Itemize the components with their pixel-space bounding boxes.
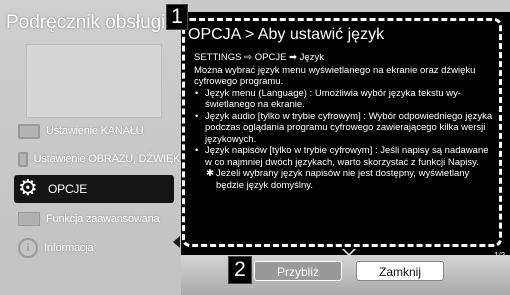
tv-channel-icon	[18, 123, 40, 139]
selection-pointer-icon	[173, 236, 180, 248]
list-item: Język menu (Language) : Umożliwia wybór …	[194, 88, 498, 111]
gear-icon: ⚙	[18, 175, 38, 200]
info-icon: i	[18, 238, 38, 258]
list-item: Język napisów [tylko w trybie cyfrowym] …	[194, 145, 498, 168]
menu-item-information[interactable]: i Informacja	[18, 234, 188, 262]
menu-item-label: Informacja	[44, 242, 94, 254]
help-content: SETTINGS ⇨ OPCJE ➡ Język Można wybrać ję…	[194, 52, 498, 191]
note-marker-icon: ✱	[206, 168, 214, 179]
zoom-button[interactable]: Przybliż	[254, 261, 342, 281]
menu-path: SETTINGS ⇨ OPCJE ➡ Język	[194, 52, 324, 63]
close-button[interactable]: Zamknij	[356, 261, 444, 281]
menu-item-channel-settings[interactable]: Ustawienie KANAŁU	[18, 117, 188, 145]
list-item: Język audio [tylko w trybie cyfrowym] : …	[194, 111, 498, 146]
menu-item-advanced-function[interactable]: Funkcja zaawansowana	[18, 205, 188, 233]
menu-item-label: Ustawienie OBRAZU, DŹWIĘKU	[33, 153, 189, 165]
menu-item-options[interactable]: ⚙ OPCJE	[14, 175, 174, 203]
preview-thumbnail	[26, 44, 162, 118]
panel-title: OPCJA > Aby ustawić język	[188, 26, 385, 43]
sidebar: Podręcznik obsługi Ustawienie KANAŁU Ust…	[0, 0, 188, 295]
menu-item-label: OPCJE	[48, 182, 88, 196]
menu-item-label: Ustawienie KANAŁU	[46, 125, 144, 137]
note: ✱ Jeżeli wybrany język napisów nie jest …	[194, 168, 498, 191]
bullet-list: Język menu (Language) : Umożliwia wybór …	[194, 88, 498, 169]
menu-item-label: Funkcja zaawansowana	[46, 213, 160, 225]
tv-picture-icon	[18, 151, 28, 167]
advanced-function-icon	[18, 212, 40, 226]
callout-badge-2: 2	[228, 256, 252, 284]
intro-text: Można wybrać język menu wyświetlanego na…	[194, 64, 476, 88]
scroll-down-icon-inner	[344, 249, 354, 254]
menu-item-picture-sound-settings[interactable]: Ustawienie OBRAZU, DŹWIĘKU	[18, 145, 188, 173]
note-text: Jeżeli wybrany język napisów nie jest do…	[216, 168, 470, 191]
callout-badge-1: 1	[166, 4, 188, 30]
manual-title: Podręcznik obsługi	[6, 12, 166, 33]
